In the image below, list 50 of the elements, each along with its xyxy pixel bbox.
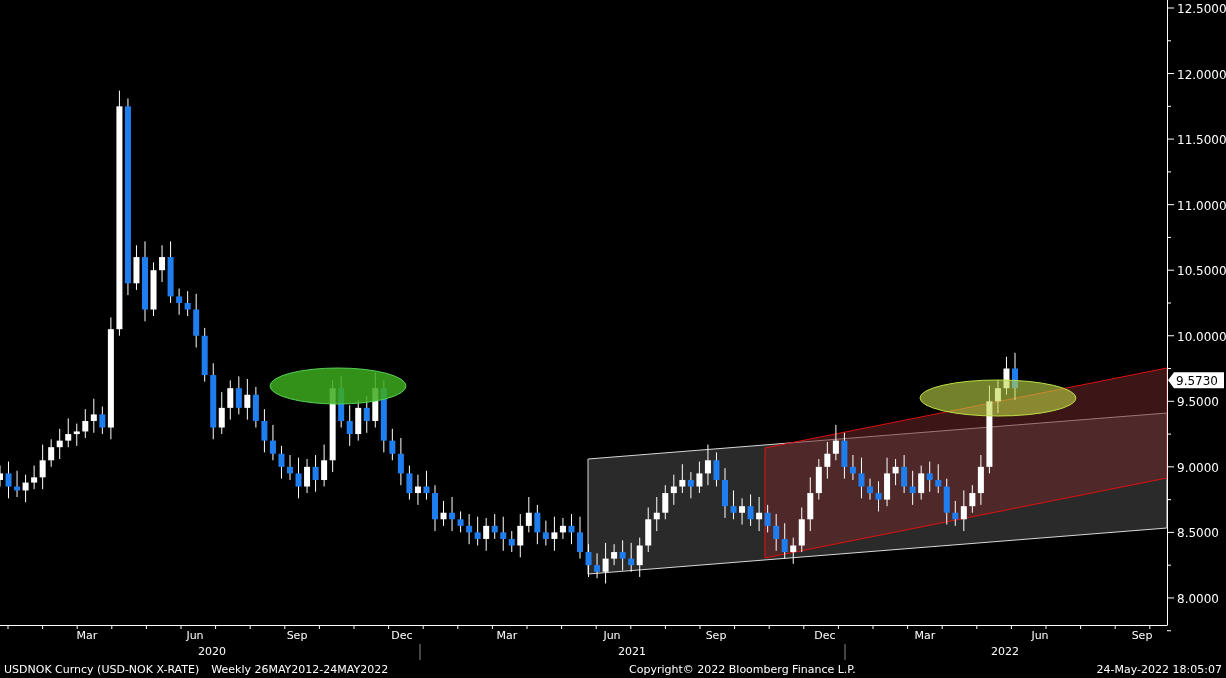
candle xyxy=(0,465,3,487)
candle xyxy=(1003,356,1010,396)
axis-label: 10.0000 xyxy=(1177,329,1226,344)
axis-label: 2020 xyxy=(198,645,226,658)
axis-label: 8.0000 xyxy=(1177,591,1219,606)
candle xyxy=(1012,352,1018,401)
axis-label: 8.5000 xyxy=(1177,526,1219,541)
axis-label: 2021 xyxy=(618,645,646,658)
axis-label: 2022 xyxy=(991,645,1019,658)
axis-label: 10.5000 xyxy=(1177,264,1226,279)
axis-label: Jun xyxy=(186,629,204,642)
candle xyxy=(730,489,737,520)
candle xyxy=(713,451,720,487)
axis-label: Sep xyxy=(1131,629,1153,642)
candle xyxy=(577,516,583,560)
axis-label: 9.0000 xyxy=(1177,460,1219,475)
axis-label: Dec xyxy=(391,629,413,642)
axis-label: Mar xyxy=(76,629,98,642)
axis-label: Jun xyxy=(603,629,621,642)
candle xyxy=(150,261,157,317)
candle xyxy=(568,513,575,545)
candle xyxy=(133,244,140,291)
period-label: Weekly 26MAY2012-24MAY2022 xyxy=(211,662,389,676)
security-name: USDNOK Curncy (USD-NOK X-RATE) xyxy=(4,662,200,676)
candle xyxy=(585,543,592,578)
axis-label: 9.5000 xyxy=(1177,395,1219,410)
candle xyxy=(432,484,438,532)
candle xyxy=(423,470,430,501)
candle xyxy=(858,457,865,499)
axis-label: Sep xyxy=(705,629,727,642)
axis-label: 11.5000 xyxy=(1177,133,1226,148)
axis-label: Jun xyxy=(1031,629,1049,642)
candle xyxy=(5,461,12,499)
axis-label: Sep xyxy=(286,629,308,642)
price-tag: 9.5730 xyxy=(1168,372,1224,389)
axis-label: Dec xyxy=(814,629,836,642)
candle xyxy=(722,467,728,519)
axis-label: 12.0000 xyxy=(1177,67,1226,82)
axis-label: Mar xyxy=(914,629,936,642)
copyright-text: Copyright© 2022 Bloomberg Finance L.P. xyxy=(629,662,856,676)
candle xyxy=(867,478,873,501)
candle xyxy=(295,457,302,499)
axis-label: 11.0000 xyxy=(1177,198,1226,213)
axis-label: Mar xyxy=(496,629,518,642)
candle xyxy=(278,445,285,480)
axis-label: 12.5000 xyxy=(1177,2,1226,16)
candle xyxy=(875,480,882,512)
timestamp: 24-May-2022 18:05:07 xyxy=(1096,662,1222,676)
candle xyxy=(287,454,293,481)
candle xyxy=(440,500,447,527)
